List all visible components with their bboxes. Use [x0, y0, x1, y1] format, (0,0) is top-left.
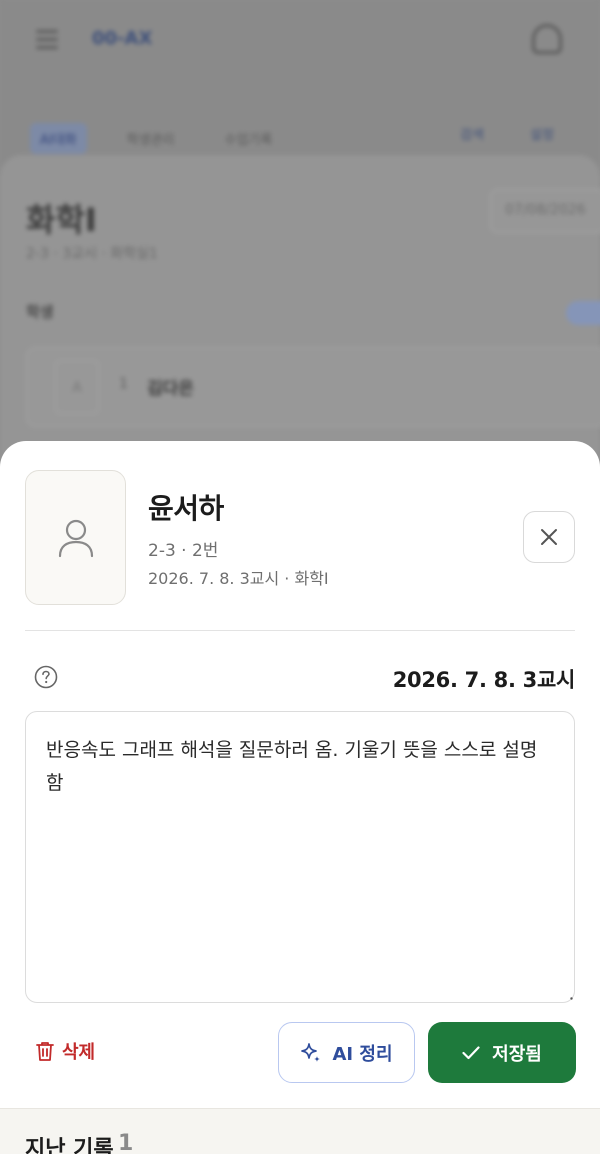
student-row: A 1 김다은 [26, 347, 600, 427]
course-subtitle: 2-3 · 3교시 · 화학실1 [26, 246, 158, 262]
close-button[interactable] [523, 511, 575, 563]
history-section[interactable]: 지난 기록 1 [0, 1108, 600, 1154]
divider [25, 630, 575, 631]
tab-students: 학생관리 [126, 132, 175, 148]
app-logo: 00-AX [92, 28, 153, 49]
user-icon [58, 519, 93, 557]
history-title: 지난 기록 [25, 1137, 114, 1154]
background-topbar: 00-AX [0, 0, 600, 90]
ai-summary-label: AI 정리 [332, 1043, 393, 1065]
help-icon[interactable] [34, 665, 58, 689]
student-class: 2-3 · 2번 [148, 541, 219, 561]
history-count: 1 [118, 1131, 134, 1154]
student-avatar [25, 470, 126, 605]
course-title: 화학I [26, 201, 97, 239]
save-label: 저장됨 [492, 1043, 542, 1065]
save-button[interactable]: 저장됨 [428, 1022, 576, 1083]
trash-icon [36, 1042, 54, 1061]
note-textarea[interactable]: 반응속도 그래프 해석을 질문하러 옴. 기울기 뜻을 스스로 설명함 [25, 711, 575, 1003]
ai-summary-button[interactable]: AI 정리 [278, 1022, 415, 1083]
tab-ai: AI대화 [30, 122, 87, 154]
note-date: 2026. 7. 8. 3교시 [392, 668, 576, 692]
students-badge [566, 301, 600, 325]
row-number: 1 [119, 376, 128, 392]
delete-button[interactable]: 삭제 [36, 1037, 95, 1065]
tab-settings: 설정 [530, 128, 554, 143]
resize-handle-icon[interactable] [567, 994, 573, 1000]
student-note-sheet: 윤서하 2-3 · 2번 2026. 7. 8. 3교시 · 화학I 2026.… [0, 441, 600, 1154]
date-field: 07/08/2026 [490, 189, 600, 233]
bell-icon [532, 24, 562, 54]
check-icon [462, 1045, 480, 1059]
sparkle-icon [301, 1042, 321, 1062]
students-label: 학생 [26, 303, 54, 321]
close-icon [541, 529, 557, 545]
menu-icon [36, 30, 58, 49]
background-tabs: AI대화 학생관리 수업기록 검색 설정 [30, 118, 600, 158]
delete-label: 삭제 [62, 1042, 96, 1063]
student-name: 윤서하 [148, 492, 224, 525]
row-name: 김다은 [147, 379, 194, 399]
tab-records: 수업기록 [224, 132, 273, 148]
row-avatar: A [55, 360, 99, 414]
tab-search: 검색 [460, 128, 484, 143]
student-meta: 2026. 7. 8. 3교시 · 화학I [148, 569, 329, 588]
